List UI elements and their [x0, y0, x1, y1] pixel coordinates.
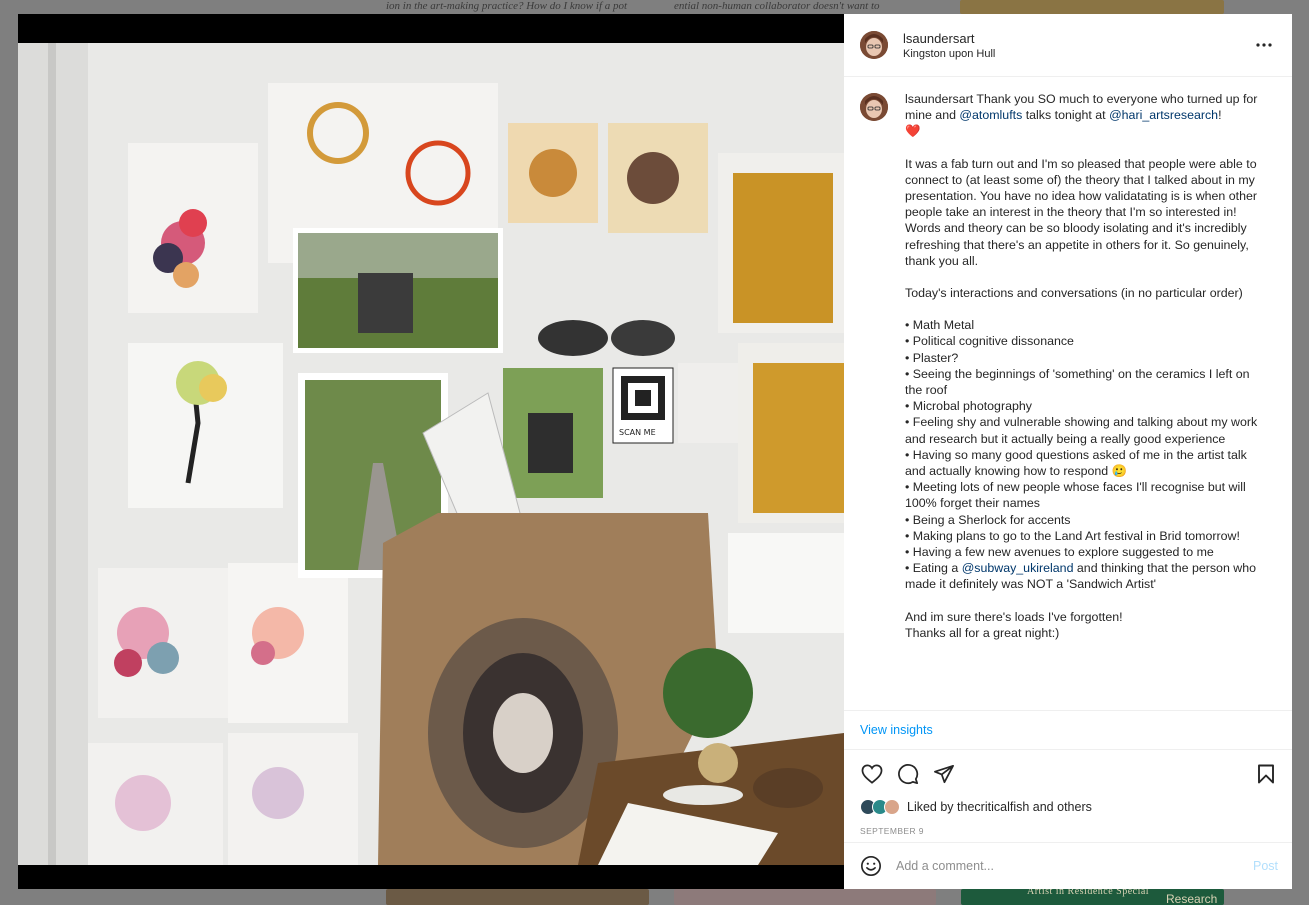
- likes-text: Liked by thecriticalfish and others: [907, 800, 1092, 814]
- comment-input[interactable]: [896, 859, 1253, 873]
- action-bar: [844, 752, 1292, 796]
- more-options-icon[interactable]: [1252, 33, 1276, 57]
- post-photo: SCAN ME: [18, 43, 844, 865]
- post-username[interactable]: lsaundersart: [903, 31, 1252, 46]
- heart-icon[interactable]: [860, 762, 884, 786]
- caption-intro: lsaundersart Thank you SO much to everyo…: [905, 91, 1265, 140]
- mention-link[interactable]: @atomlufts: [959, 108, 1022, 122]
- caption-username[interactable]: lsaundersart: [905, 92, 973, 106]
- caption-avatar[interactable]: [860, 93, 888, 121]
- caption-bullet: • Political cognitive dissonance: [905, 334, 1074, 349]
- background-banner-text: Research: [1166, 892, 1218, 905]
- likes-middle: and: [1032, 800, 1054, 814]
- heart-emoji: ❤️: [905, 124, 921, 139]
- caption-bullet: • Seeing the beginnings of 'something' o…: [905, 366, 1250, 398]
- avatar-image: [860, 93, 888, 121]
- view-insights-link[interactable]: View insights: [860, 723, 933, 737]
- caption-section: lsaundersart Thank you SO much to everyo…: [844, 77, 1292, 711]
- caption-text: • Eating a: [905, 561, 962, 576]
- avatar[interactable]: [860, 31, 888, 59]
- mention-link[interactable]: @subway_ukireland: [962, 561, 1074, 575]
- emoji-icon[interactable]: [860, 855, 882, 877]
- caption-paragraph: It was a fab turn out and I'm so pleased…: [905, 156, 1258, 268]
- caption-text: !: [1218, 108, 1222, 123]
- post-comment-button[interactable]: Post: [1253, 859, 1278, 873]
- comment-bar: Post: [844, 842, 1292, 889]
- qr-label: SCAN ME: [619, 428, 656, 437]
- likes-prefix: Liked by: [907, 800, 954, 814]
- background-text-left: ion in the art-making practice? How do I…: [386, 0, 628, 12]
- caption-bullet: • Microbal photography: [905, 399, 1032, 414]
- background-thumbnail: [386, 889, 649, 905]
- caption-bullet: • Being a Sherlock for accents: [905, 512, 1071, 527]
- post-panel: lsaundersart Kingston upon Hull lsaunder…: [844, 14, 1292, 889]
- caption-paragraph: Today's interactions and conversations (…: [905, 286, 1243, 301]
- liker-avatars: [860, 799, 900, 815]
- post-date: SEPTEMBER 9: [860, 826, 924, 836]
- caption-bullet: • Making plans to go to the Land Art fes…: [905, 528, 1240, 543]
- post-modal: SCAN ME lsaundersart Kingston upon Hull …: [18, 14, 1292, 889]
- insights-row: View insights: [844, 711, 1292, 750]
- likes-others-link[interactable]: others: [1057, 800, 1092, 814]
- avatar-image: [860, 31, 888, 59]
- bookmark-icon[interactable]: [1254, 762, 1278, 786]
- caption-bullet: • Meeting lots of new people whose faces…: [905, 480, 1246, 511]
- liker-username[interactable]: thecriticalfish: [957, 800, 1029, 814]
- post-media[interactable]: SCAN ME: [18, 14, 844, 889]
- background-text-right: ential non-human collaborator doesn't wa…: [674, 0, 880, 12]
- comment-icon[interactable]: [896, 762, 920, 786]
- caption-text: talks tonight at: [1022, 108, 1110, 123]
- caption-bullet: • Having so many good questions asked of…: [905, 447, 1247, 479]
- post-location[interactable]: Kingston upon Hull: [903, 48, 1252, 60]
- share-icon[interactable]: [932, 762, 956, 786]
- post-header: lsaundersart Kingston upon Hull: [844, 14, 1292, 77]
- liker-avatar[interactable]: [884, 799, 900, 815]
- caption-bullet: • Eating a @subway_ukireland and thinkin…: [905, 560, 1265, 592]
- caption-bullet: • Having a few new avenues to explore su…: [905, 545, 1214, 560]
- caption-bullet: • Math Metal: [905, 318, 975, 333]
- background-thumbnail: [960, 0, 1224, 14]
- background-thumbnail: [674, 889, 936, 905]
- caption-closing: Thanks all for a great night:): [905, 625, 1060, 640]
- mention-link[interactable]: @hari_artsresearch: [1109, 108, 1218, 122]
- caption-bullet: • Plaster?: [905, 350, 959, 365]
- caption-bullet: • Feeling shy and vulnerable showing and…: [905, 415, 1258, 446]
- post-caption: lsaundersart Thank you SO much to everyo…: [905, 91, 1265, 710]
- likes-row: Liked by thecriticalfish and others: [844, 796, 1292, 818]
- caption-closing: And im sure there's loads I've forgotten…: [905, 609, 1123, 624]
